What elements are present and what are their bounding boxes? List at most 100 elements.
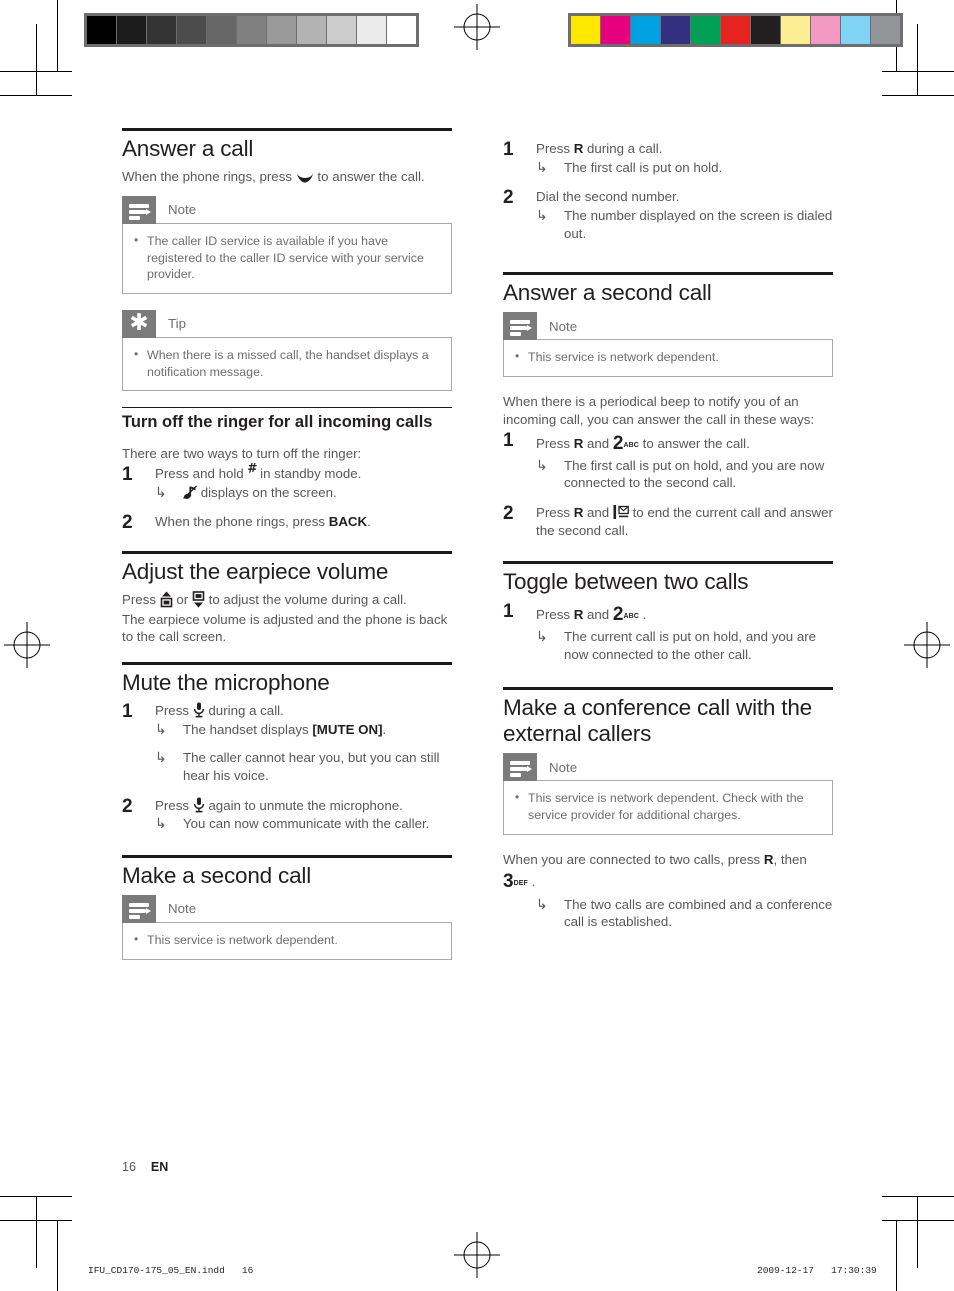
tip-callout-label: Tip (168, 316, 186, 332)
step-item: 2 Dial the second number. ↳ The number d… (503, 187, 833, 242)
step-text: Press R during a call. (536, 141, 663, 156)
step-item: 1 Press R during a call. ↳ The first cal… (503, 139, 833, 176)
step-number: 2 (122, 512, 133, 534)
note-callout-label: Note (168, 201, 197, 217)
section-rule (503, 687, 833, 691)
list-item: The caller ID service is available if yo… (133, 232, 441, 283)
key-label: R (573, 435, 584, 451)
ringer-intro: There are two ways to turn off the ringe… (122, 446, 362, 462)
step-number: 1 (122, 463, 133, 485)
step-item: 1 Press R and 2ABC to answer the call. ↳… (503, 429, 833, 493)
note-callout-label: Note (549, 759, 578, 775)
page-number: 16 (122, 1160, 136, 1174)
volume-down-icon (192, 591, 205, 608)
section-adjust-earpiece-volume: Adjust the earpiece volume Press or to a… (122, 550, 452, 646)
note-callout-header: Note (503, 312, 833, 341)
key-label: R (573, 141, 584, 156)
step-item: 2 Press R and to end the current call an… (503, 503, 833, 539)
note-icon (122, 895, 156, 924)
step-result: ↳ The caller cannot hear you, but you ca… (155, 749, 440, 784)
hash-key-icon: #’ (247, 460, 258, 481)
phone-pickup-icon (296, 171, 314, 184)
continued-steps: 1 Press R during a call. ↳ The first cal… (503, 139, 833, 242)
step-result: ↳ The number displayed on the screen is … (536, 207, 833, 241)
step-result: ↳ The first call is put on hold. (536, 158, 723, 175)
step-text: Press R and 2ABC to answer the call. (536, 432, 750, 454)
tip-asterisk-icon: ✱ (122, 309, 156, 338)
second-call-intro: When there is a periodical beep to notif… (503, 394, 815, 427)
keypad-2-icon: 2 (612, 432, 624, 454)
key-label: BACK (328, 514, 368, 530)
end-call-icon (613, 505, 629, 520)
result-arrow-icon: ↳ (536, 207, 548, 224)
key-label: R (573, 505, 584, 521)
display-label: [MUTE ON] (312, 721, 383, 737)
section-title: Answer a second call (503, 280, 712, 306)
list-item: This service is network dependent. (514, 348, 822, 366)
step-text: Press again to unmute the microphone. (155, 797, 403, 813)
note-callout: Note This service is network dependent. … (503, 753, 833, 835)
result-arrow-icon: ↳ (536, 895, 548, 912)
section-title: Adjust the earpiece volume (122, 558, 389, 584)
note-callout-body: This service is network dependent. (122, 922, 452, 960)
ringer-off-note-icon (183, 485, 197, 500)
section-make-a-second-call: Make a second call Note This service is … (122, 855, 452, 960)
section-rule (503, 561, 833, 565)
section-answer-a-call: Answer a call When the phone rings, pres… (122, 128, 452, 392)
section-mute-microphone: Mute the microphone 1 Press during a cal… (122, 662, 452, 833)
step-item: 2 Press again to unmute the microphone. (122, 795, 452, 833)
note-icon (503, 312, 537, 341)
note-icon (503, 753, 537, 782)
note-callout-label: Note (168, 901, 197, 917)
step-text: When the phone rings, press BACK. (155, 514, 371, 530)
keypad-2-icon: 2 (612, 603, 624, 625)
note-callout-label: Note (549, 318, 578, 334)
step-item: 1 Press and hold #’ in standby mode. ↳ d… (122, 460, 452, 501)
note-callout-header: Note (122, 895, 452, 924)
language-code: EN (150, 1160, 169, 1174)
result-arrow-icon: ↳ (155, 815, 167, 832)
result-arrow-icon: ↳ (155, 483, 167, 500)
tip-callout-body: When there is a missed call, the handset… (122, 336, 452, 392)
section-rule (122, 128, 452, 131)
section-answer-a-second-call: Answer a second call Note This service i… (503, 272, 833, 539)
section-toggle-between-two-calls: Toggle between two calls 1 Press R and 2… (503, 561, 833, 663)
section-rule-thin (122, 407, 452, 409)
note-callout-body: This service is network dependent. Check… (503, 780, 833, 835)
note-callout: Note The caller ID service is available … (122, 195, 452, 294)
step-number: 1 (503, 600, 514, 622)
keypad-2-sublabel: ABC (623, 612, 639, 620)
step-number: 1 (122, 701, 133, 723)
page-footer: 16 EN (122, 1160, 168, 1174)
list-item: When there is a missed call, the handset… (133, 346, 441, 380)
keypad-3-sublabel: DEF (513, 879, 528, 887)
section-title: Toggle between two calls (503, 569, 749, 595)
note-callout-body: This service is network dependent. (503, 339, 833, 378)
keypad-3-icon: 3 (503, 870, 514, 892)
step-text: Press R and 2ABC . (536, 603, 647, 625)
step-text: Press during a call. (155, 702, 284, 719)
step-text: Press R and to end the current call and … (536, 505, 833, 538)
step-number: 1 (503, 429, 514, 451)
step-result: ↳ The two calls are combined and a confe… (536, 895, 833, 930)
section-make-a-conference-call: Make a conference call with the external… (503, 687, 833, 931)
tip-callout-header: ✱ Tip (122, 309, 452, 338)
left-column: Answer a call When the phone rings, pres… (122, 128, 452, 976)
result-arrow-icon: ↳ (155, 749, 167, 766)
step-result: ↳ The first call is put on hold, and you… (536, 456, 825, 491)
conference-body: When you are connected to two calls, pre… (503, 851, 807, 892)
list-item: This service is network dependent. (133, 931, 441, 949)
step-result: ↳ The current call is put on hold, and y… (536, 627, 817, 662)
right-column: 1 Press R during a call. ↳ The first cal… (503, 128, 833, 931)
section-title: Make a second call (122, 863, 312, 889)
result-arrow-icon: ↳ (536, 627, 548, 644)
print-meta-filename: IFU_CD170-175_05_EN.indd 16 (88, 1265, 254, 1276)
microphone-icon (193, 702, 205, 718)
step-number: 2 (122, 795, 133, 817)
section-rule (122, 855, 452, 859)
note-callout-body: The caller ID service is available if yo… (122, 222, 452, 294)
volume-line-2: The earpiece volume is adjusted and the … (122, 611, 448, 645)
step-item: 1 Press R and 2ABC . ↳ The current call … (503, 600, 833, 664)
step-result: ↳ You can now communicate with the calle… (155, 815, 430, 832)
microphone-icon (193, 797, 205, 813)
